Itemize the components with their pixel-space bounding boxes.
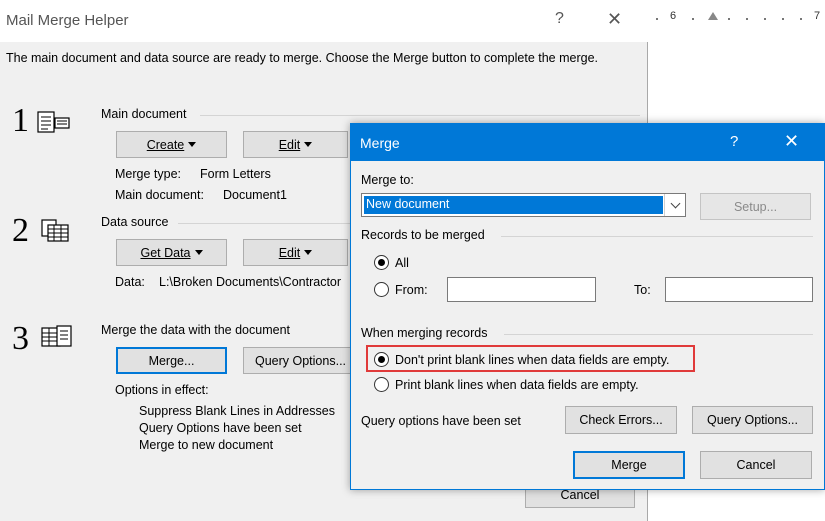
from-input[interactable] (447, 277, 596, 302)
setup-button-label: Setup... (733, 199, 778, 214)
data-source-path: L:\Broken Documents\Contractor (159, 275, 342, 289)
chevron-down-icon (304, 250, 313, 255)
chevron-down-icon (188, 142, 197, 147)
all-records-radio[interactable] (374, 255, 389, 270)
merge-step-label: Merge the data with the document (101, 323, 291, 337)
main-document-label: Main document (101, 107, 187, 121)
helper-query-options-button[interactable]: Query Options... (243, 347, 355, 374)
ruler: 6 7 (648, 8, 825, 28)
merge-type-label: Merge type: (115, 167, 182, 181)
step-2-number: 2 (12, 212, 29, 249)
query-options-set-label: Query options have been set (361, 414, 521, 428)
option-item: Merge to new document (139, 438, 274, 452)
setup-button[interactable]: Setup... (700, 193, 811, 220)
chevron-down-icon (304, 142, 313, 147)
get-data-button-label: Get Data (140, 245, 191, 260)
option-item: Suppress Blank Lines in Addresses (139, 404, 335, 418)
create-button[interactable]: Create (116, 131, 227, 158)
merge-button[interactable]: Merge (573, 451, 685, 479)
data-source-icon (41, 219, 69, 242)
edit-button-label: Edit (278, 137, 301, 152)
cancel-button-label: Cancel (736, 458, 776, 472)
from-label[interactable]: From: (395, 283, 428, 297)
close-button[interactable]: ✕ (607, 9, 622, 30)
merge-type-value: Form Letters (200, 167, 271, 181)
merge-dialog-title: Merge (360, 135, 400, 151)
helper-merge-button[interactable]: Merge... (116, 347, 227, 374)
edit-main-button[interactable]: Edit (243, 131, 348, 158)
query-options-button-label: Query Options... (255, 353, 347, 368)
get-data-button[interactable]: Get Data (116, 239, 227, 266)
chevron-down-icon[interactable] (664, 194, 685, 216)
chevron-down-icon (194, 250, 203, 255)
when-merging-label: When merging records (361, 326, 488, 340)
merge-to-label: Merge to: (361, 173, 414, 187)
print-blank-lines-label[interactable]: Print blank lines when data fields are e… (395, 378, 639, 392)
ruler-tick (656, 18, 658, 20)
merge-icon (41, 325, 72, 347)
query-options-button[interactable]: Query Options... (692, 406, 813, 434)
check-errors-button-label: Check Errors... (579, 413, 663, 427)
to-label: To: (634, 283, 651, 297)
indent-marker[interactable] (708, 12, 718, 20)
ruler-tick (746, 18, 748, 20)
ruler-tick (728, 18, 730, 20)
merge-button-label: Merge... (148, 353, 195, 368)
print-blank-lines-radio[interactable] (374, 377, 389, 392)
cancel-button[interactable]: Cancel (700, 451, 812, 479)
dont-print-blank-lines-label[interactable]: Don't print blank lines when data fields… (395, 353, 670, 367)
check-errors-button[interactable]: Check Errors... (565, 406, 677, 434)
edit-data-button[interactable]: Edit (243, 239, 348, 266)
help-button[interactable]: ? (555, 10, 564, 28)
create-button-label: Create (146, 137, 185, 152)
query-options-button-label: Query Options... (706, 413, 798, 427)
merge-titlebar[interactable]: Merge ? ✕ (351, 124, 824, 161)
edit-button-label: Edit (278, 245, 301, 260)
merge-dialog: Merge ? ✕ Merge to: New document Setup..… (350, 123, 825, 490)
main-document-value: Document1 (223, 188, 287, 202)
merge-to-value: New document (363, 195, 664, 215)
main-document-field-label: Main document: (115, 188, 204, 202)
option-item: Query Options have been set (139, 421, 302, 435)
from-radio[interactable] (374, 282, 389, 297)
ruler-tick (800, 18, 802, 20)
helper-title: Mail Merge Helper (6, 12, 129, 29)
ruler-tick (764, 18, 766, 20)
ruler-number: 6 (670, 10, 677, 22)
merge-to-select[interactable]: New document (361, 193, 686, 217)
options-in-effect-label: Options in effect: (115, 383, 209, 397)
step-3-number: 3 (12, 320, 29, 357)
group-divider (504, 334, 813, 335)
main-document-icon (37, 111, 70, 133)
all-records-label[interactable]: All (395, 256, 409, 270)
helper-titlebar[interactable]: Mail Merge Helper ? ✕ (0, 0, 648, 42)
step-1-number: 1 (12, 102, 29, 139)
help-button[interactable]: ? (730, 133, 738, 150)
merge-button-label: Merge (611, 458, 647, 472)
cancel-button-label: Cancel (560, 488, 600, 502)
records-to-be-merged-label: Records to be merged (361, 228, 485, 242)
ruler-number: 7 (814, 10, 821, 22)
group-divider (501, 236, 813, 237)
ruler-tick (692, 18, 694, 20)
group-divider (200, 115, 640, 116)
close-button[interactable]: ✕ (784, 131, 799, 152)
data-field-label: Data: (115, 275, 145, 289)
ruler-tick (782, 18, 784, 20)
dont-print-blank-lines-radio[interactable] (374, 352, 389, 367)
to-input[interactable] (665, 277, 813, 302)
data-source-label: Data source (101, 215, 169, 229)
helper-instructions: The main document and data source are re… (6, 51, 599, 65)
